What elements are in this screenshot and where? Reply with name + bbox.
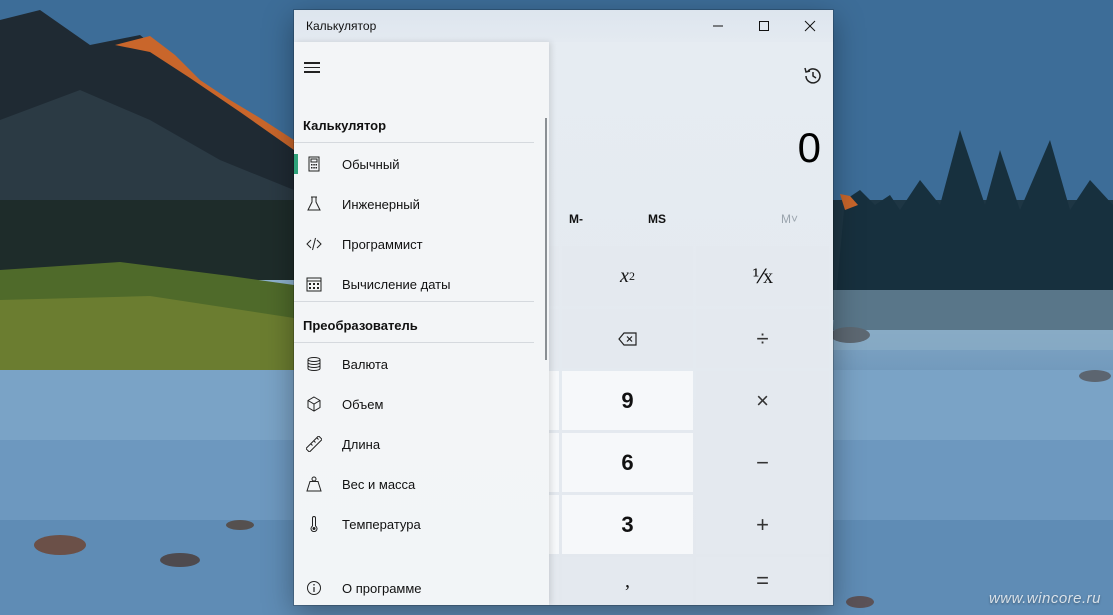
nav-item-volume[interactable]: Объем (294, 384, 544, 424)
result-display: 0 (797, 124, 821, 171)
nav-item-label: Валюта (342, 356, 388, 372)
nav-item-label: Вычисление даты (342, 276, 451, 292)
memory-view-button[interactable]: M˅ (781, 212, 798, 236)
digit-3-button[interactable]: 3 (562, 495, 693, 554)
square-exponent: 2 (628, 268, 635, 283)
nav-item-label: Длина (342, 436, 381, 452)
key-partial-left-2[interactable] (548, 309, 559, 368)
section-calculator-heading: Калькулятор (303, 118, 387, 133)
nav-item-length[interactable]: Длина (294, 424, 544, 464)
section-converter-heading: Преобразователь (303, 318, 418, 333)
nav-item-standard[interactable]: Обычный (294, 144, 544, 184)
reciprocal-button[interactable]: ⅟x (696, 246, 829, 306)
maximize-button[interactable] (741, 10, 787, 42)
nav-item-label: Программист (342, 236, 423, 252)
nav-item-temperature[interactable]: Температура (294, 504, 544, 544)
subtract-button[interactable]: − (696, 433, 829, 492)
multiply-button[interactable]: × (696, 371, 829, 430)
history-icon[interactable] (801, 64, 825, 88)
memory-store-button[interactable]: MS (648, 212, 666, 236)
nav-item-label: Вес и масса (342, 476, 416, 492)
title-bar[interactable]: Калькулятор (294, 10, 833, 42)
maximize-icon (759, 21, 769, 31)
calculator-icon (308, 156, 320, 172)
calendar-icon (306, 277, 322, 292)
currency-icon (307, 357, 321, 372)
nav-scrollbar[interactable] (545, 118, 547, 360)
nav-item-weight[interactable]: Вес и масса (294, 464, 544, 504)
backspace-icon (617, 331, 637, 346)
navigation-pane: Калькулятор Обычный Инженерный Программи… (294, 42, 549, 605)
calculator-window: Калькулятор 0 M- MS M˅ x2 ⅟x ÷ 9 × 6 − 3… (294, 10, 833, 605)
nav-item-label: О программе (342, 580, 422, 596)
add-button[interactable]: + (696, 495, 829, 554)
key-partial-left-4[interactable] (548, 433, 559, 492)
key-partial-left-1[interactable] (548, 246, 559, 306)
watermark-text: www.wincore.ru (988, 590, 1101, 607)
nav-item-label: Инженерный (342, 196, 420, 212)
nav-item-date-calculation[interactable]: Вычисление даты (294, 264, 544, 304)
code-icon (306, 237, 322, 251)
decimal-button[interactable]: , (562, 557, 693, 605)
key-partial-left-5[interactable] (548, 495, 559, 554)
minimize-button[interactable] (695, 10, 741, 42)
nav-item-scientific[interactable]: Инженерный (294, 184, 544, 224)
nav-item-label: Обычный (342, 156, 400, 172)
close-button[interactable] (787, 10, 833, 42)
cube-icon (307, 396, 321, 412)
hamburger-line (304, 71, 320, 73)
square-button[interactable]: x2 (562, 246, 693, 306)
divider (294, 342, 534, 343)
digit-6-button[interactable]: 6 (562, 433, 693, 492)
thermometer-icon (310, 516, 318, 532)
memory-subtract-button[interactable]: M- (569, 212, 583, 236)
nav-item-about[interactable]: О программе (294, 568, 544, 605)
nav-item-label: Температура (342, 516, 421, 532)
nav-item-currency[interactable]: Валюта (294, 344, 544, 384)
divider (294, 142, 534, 143)
ruler-icon (306, 436, 322, 452)
equals-button[interactable]: = (696, 557, 829, 605)
nav-item-label: Объем (342, 396, 384, 412)
backspace-button[interactable] (562, 309, 693, 368)
weight-icon (306, 476, 322, 492)
hamburger-line (304, 66, 320, 69)
square-base: x (620, 264, 629, 287)
nav-item-programmer[interactable]: Программист (294, 224, 544, 264)
digit-9-button[interactable]: 9 (562, 371, 693, 430)
close-icon (804, 20, 816, 32)
info-icon (307, 581, 321, 595)
window-title: Калькулятор (306, 19, 377, 33)
minimize-icon (713, 25, 723, 27)
hamburger-menu-button[interactable] (304, 62, 324, 76)
keypad: x2 ⅟x ÷ 9 × 6 − 3 + , = (548, 246, 829, 605)
divider (294, 301, 534, 302)
hamburger-line (304, 62, 320, 64)
divide-button[interactable]: ÷ (696, 309, 829, 368)
key-partial-left-3[interactable] (548, 371, 559, 430)
flask-icon (307, 196, 321, 211)
key-partial-left-6[interactable] (548, 557, 559, 605)
